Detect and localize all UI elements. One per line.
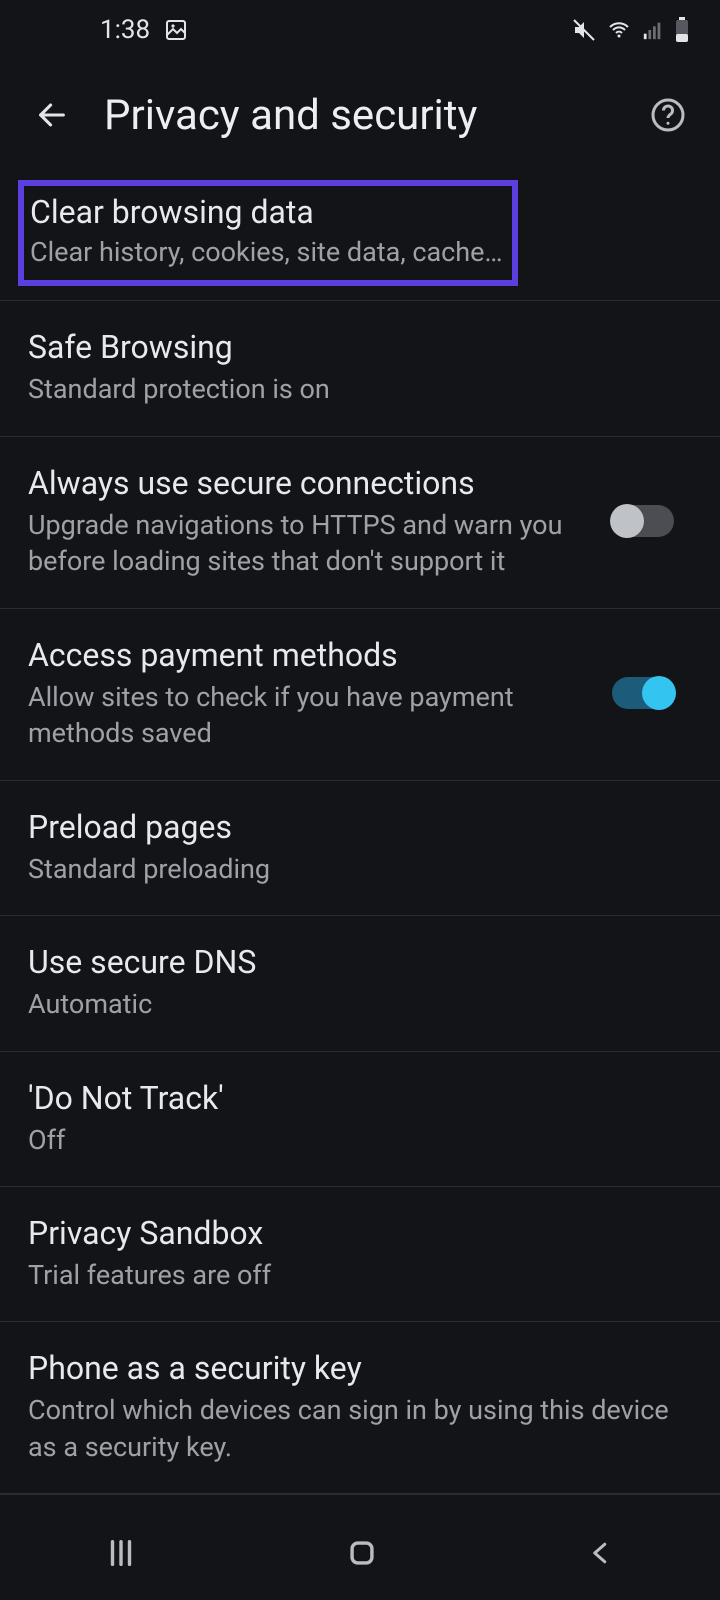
item-preload-pages[interactable]: Preload pages Standard preloading xyxy=(0,781,720,916)
arrow-left-icon xyxy=(35,98,69,132)
item-subtitle: Control which devices can sign in by usi… xyxy=(28,1392,692,1465)
item-subtitle: Automatic xyxy=(28,986,692,1022)
item-title: 'Do Not Track' xyxy=(28,1078,692,1118)
item-do-not-track[interactable]: 'Do Not Track' Off xyxy=(0,1052,720,1187)
help-icon xyxy=(650,97,686,133)
nav-back-button[interactable] xyxy=(586,1536,616,1574)
item-clear-browsing-data[interactable]: Clear browsing data Clear history, cooki… xyxy=(18,180,518,286)
toggle-access-payment-methods[interactable] xyxy=(612,677,674,709)
item-title: Clear browsing data xyxy=(30,192,506,232)
back-button[interactable] xyxy=(28,91,76,139)
item-subtitle: Off xyxy=(28,1122,692,1158)
status-bar: 1:38 xyxy=(0,0,720,60)
chevron-left-icon xyxy=(586,1536,616,1570)
item-title: Access payment methods xyxy=(28,635,592,675)
mute-icon xyxy=(572,18,596,42)
item-subtitle: Trial features are off xyxy=(28,1257,692,1293)
item-title: Phone as a security key xyxy=(28,1348,692,1388)
recents-icon xyxy=(104,1536,138,1570)
item-title: Always use secure connections xyxy=(28,463,592,503)
item-subtitle: Standard preloading xyxy=(28,851,692,887)
nav-home-button[interactable] xyxy=(345,1536,379,1574)
wifi-icon xyxy=(606,18,632,42)
home-icon xyxy=(345,1536,379,1570)
item-subtitle: Upgrade navigations to HTTPS and warn yo… xyxy=(28,507,592,580)
page-title: Privacy and security xyxy=(104,91,616,140)
settings-list: Clear browsing data Clear history, cooki… xyxy=(0,170,720,1495)
item-privacy-sandbox[interactable]: Privacy Sandbox Trial features are off xyxy=(0,1187,720,1322)
status-time: 1:38 xyxy=(100,15,150,45)
item-title: Use secure DNS xyxy=(28,942,692,982)
help-button[interactable] xyxy=(644,91,692,139)
item-access-payment-methods[interactable]: Access payment methods Allow sites to ch… xyxy=(0,609,720,781)
item-phone-security-key[interactable]: Phone as a security key Control which de… xyxy=(0,1322,720,1495)
image-icon xyxy=(164,18,188,42)
item-always-secure-connections[interactable]: Always use secure connections Upgrade na… xyxy=(0,437,720,609)
item-title: Privacy Sandbox xyxy=(28,1213,692,1253)
app-header: Privacy and security xyxy=(0,60,720,170)
battery-icon xyxy=(674,17,690,43)
item-subtitle: Standard protection is on xyxy=(28,371,692,407)
item-subtitle: Clear history, cookies, site data, cache… xyxy=(30,234,506,270)
item-subtitle: Allow sites to check if you have payment… xyxy=(28,679,592,752)
item-use-secure-dns[interactable]: Use secure DNS Automatic xyxy=(0,916,720,1051)
nav-recents-button[interactable] xyxy=(104,1536,138,1574)
item-safe-browsing[interactable]: Safe Browsing Standard protection is on xyxy=(0,301,720,436)
item-title: Preload pages xyxy=(28,807,692,847)
system-nav-bar xyxy=(0,1510,720,1600)
toggle-always-secure-connections[interactable] xyxy=(612,505,674,537)
signal-icon xyxy=(642,18,664,42)
item-title: Safe Browsing xyxy=(28,327,692,367)
